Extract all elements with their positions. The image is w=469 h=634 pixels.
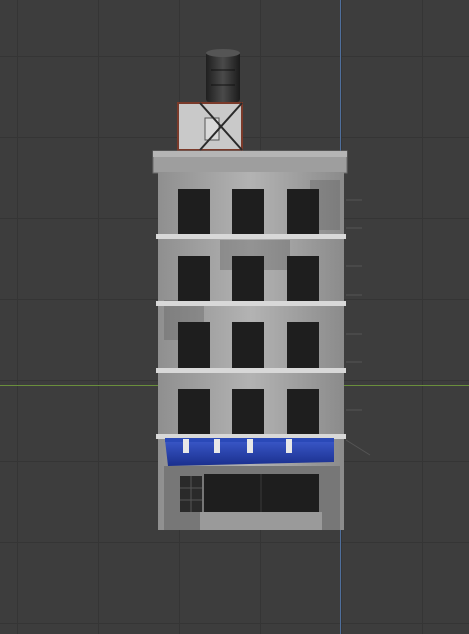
cornice-top bbox=[153, 151, 347, 157]
storefront bbox=[164, 466, 340, 530]
building-model[interactable] bbox=[0, 0, 469, 634]
storefront-awning bbox=[165, 438, 334, 466]
water-tank bbox=[206, 49, 240, 102]
fire-escape bbox=[345, 199, 371, 456]
3d-viewport[interactable] bbox=[0, 0, 469, 634]
roof-shed bbox=[177, 102, 243, 151]
